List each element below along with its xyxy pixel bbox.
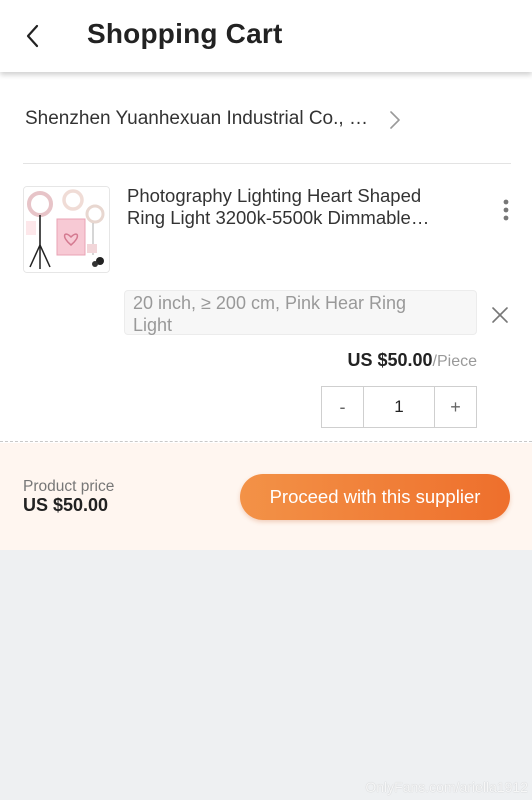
quantity-stepper: - 1 + bbox=[321, 386, 477, 428]
page-title: Shopping Cart bbox=[87, 18, 283, 49]
divider bbox=[23, 163, 511, 164]
chevron-left-icon[interactable] bbox=[22, 22, 46, 50]
quantity-input[interactable]: 1 bbox=[363, 387, 435, 427]
watermark: OnlyFans.com/ariella1912 bbox=[365, 779, 528, 795]
variant-selector[interactable]: 20 inch, ≥ 200 cm, Pink Hear Ring Light bbox=[124, 290, 477, 335]
variant-line-1: 20 inch, ≥ 200 cm, Pink Hear Ring bbox=[133, 293, 407, 313]
unit-price: US $50.00/Piece bbox=[240, 350, 477, 371]
app-header: Shopping Cart bbox=[0, 0, 532, 72]
price-value: US $50.00 bbox=[347, 350, 433, 370]
decrement-button[interactable]: - bbox=[322, 387, 363, 427]
dashed-divider bbox=[0, 441, 532, 442]
checkout-footer: Product price US $50.00 Proceed with thi… bbox=[0, 443, 532, 550]
product-title-line-2: Ring Light 3200k-5500k Dimmable… bbox=[127, 207, 430, 228]
product-price-label: Product price bbox=[23, 478, 115, 495]
cart-content: Shenzhen Yuanhexuan Industrial Co., … Ph… bbox=[0, 72, 532, 550]
supplier-row[interactable]: Shenzhen Yuanhexuan Industrial Co., … bbox=[0, 72, 532, 164]
product-price-total: US $50.00 bbox=[23, 495, 109, 515]
supplier-name: Shenzhen Yuanhexuan Industrial Co., … bbox=[25, 108, 368, 129]
proceed-button[interactable]: Proceed with this supplier bbox=[240, 474, 510, 520]
more-vertical-icon[interactable] bbox=[498, 198, 514, 222]
product-title-line-1: Photography Lighting Heart Shaped bbox=[127, 185, 422, 206]
product-thumbnail[interactable] bbox=[23, 186, 110, 273]
close-icon[interactable] bbox=[489, 304, 511, 326]
chevron-right-icon bbox=[390, 111, 400, 129]
variant-line-2: Light bbox=[133, 315, 173, 335]
increment-button[interactable]: + bbox=[435, 387, 476, 427]
price-unit: /Piece bbox=[432, 353, 477, 370]
product-title[interactable]: Photography Lighting Heart Shaped Ring L… bbox=[127, 185, 467, 229]
